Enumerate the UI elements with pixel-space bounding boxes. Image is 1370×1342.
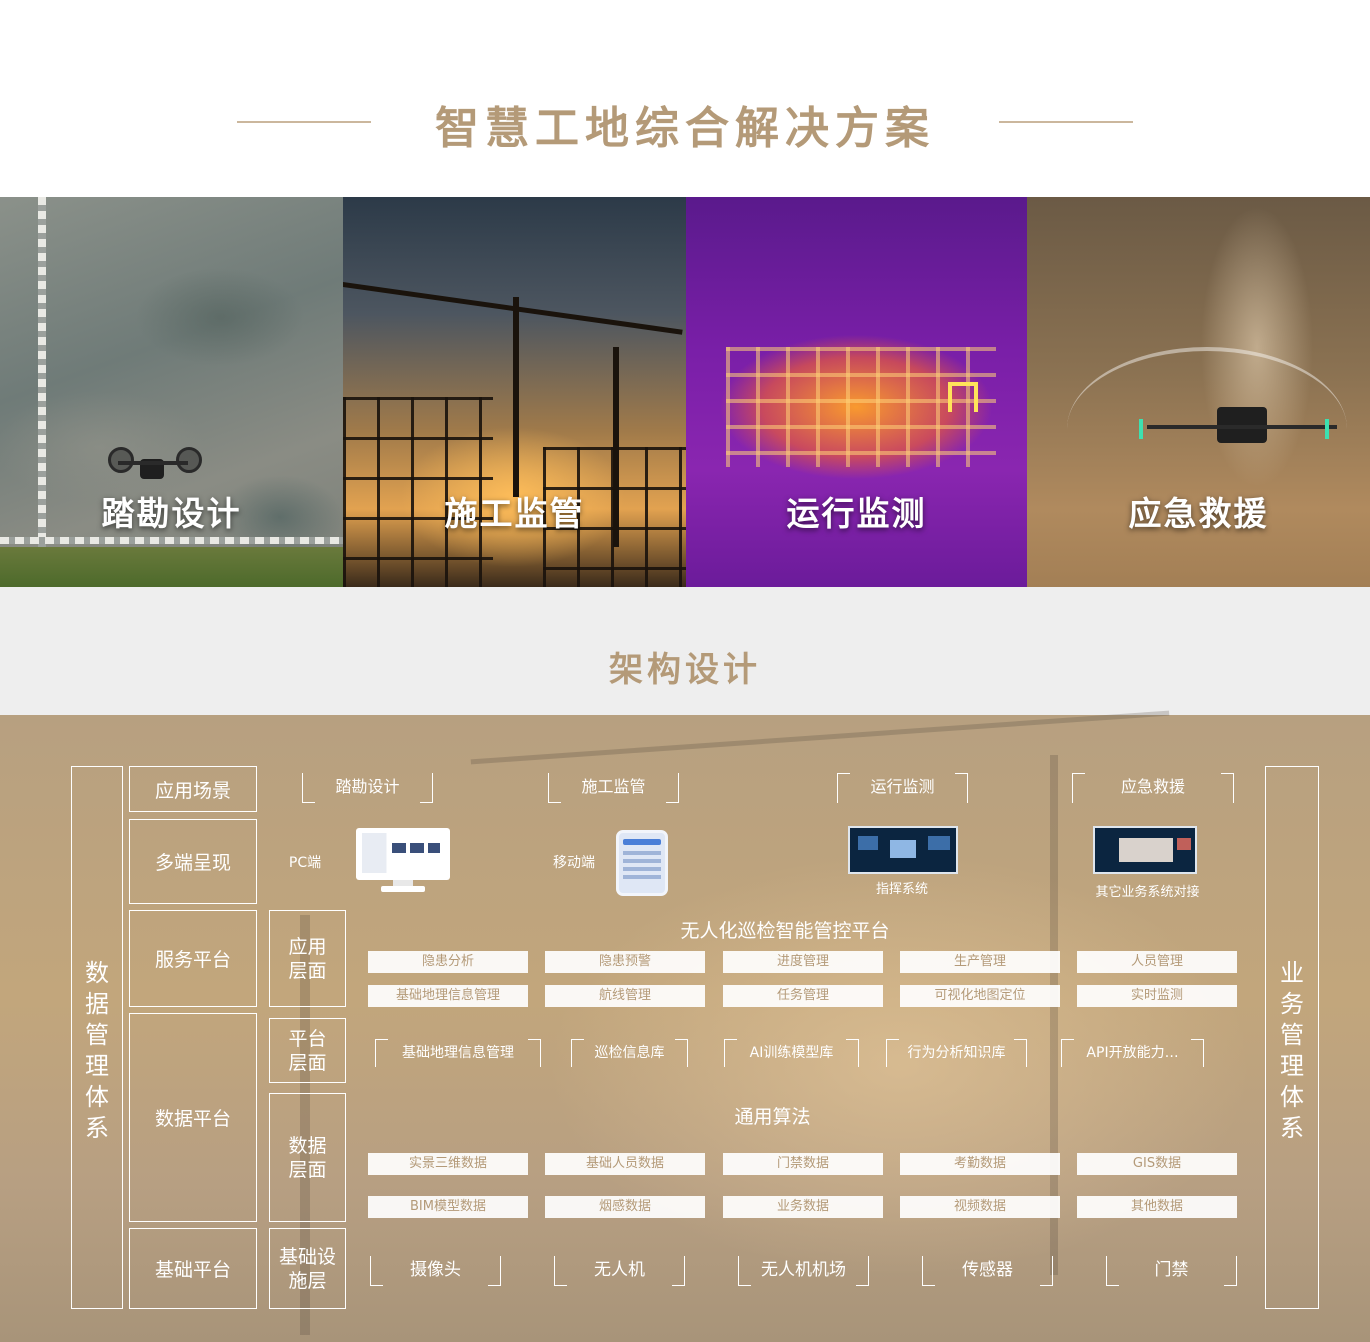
mobile-label: 移动端: [553, 855, 595, 871]
infra-item-access-control[interactable]: 门禁: [1106, 1256, 1237, 1286]
infra-item-drone[interactable]: 无人机: [554, 1256, 685, 1286]
business-management-system: 业务管理体系: [1265, 766, 1319, 1309]
data-chip[interactable]: 基础人员数据: [545, 1153, 705, 1175]
grass-strip: [0, 547, 343, 587]
scene-survey-image[interactable]: 踏勘设计: [0, 197, 343, 587]
platform-item[interactable]: 行为分析知识库: [886, 1039, 1027, 1067]
layer-app: 应用层面: [269, 910, 346, 1007]
pc-label: PC端: [288, 855, 322, 871]
thermal-marker: [948, 382, 978, 412]
app-chip[interactable]: 隐患分析: [368, 951, 528, 973]
row-service-platform: 服务平台: [129, 910, 257, 1007]
app-chip[interactable]: 生产管理: [900, 951, 1060, 973]
other-system-screen-icon: [1093, 826, 1197, 874]
platform-item[interactable]: 基础地理信息管理: [375, 1039, 541, 1067]
platform-title: 无人化巡检智能管控平台: [680, 920, 890, 942]
crane-tower: [513, 297, 519, 497]
app-chip[interactable]: 隐患预警: [545, 951, 705, 973]
scene-label-rescue: 应急救援: [1128, 494, 1269, 533]
data-chip[interactable]: BIM模型数据: [368, 1196, 528, 1218]
mobile-phone-icon: [616, 830, 668, 896]
algorithm-label: 通用算法: [734, 1106, 811, 1128]
app-chip[interactable]: 实时监测: [1077, 985, 1237, 1007]
data-chip[interactable]: 实景三维数据: [368, 1153, 528, 1175]
command-system-label: 指挥系统: [875, 882, 928, 897]
scenario-rescue[interactable]: 应急救援: [1072, 773, 1234, 803]
other-system-label: 其它业务系统对接: [1095, 885, 1200, 900]
row-multi-end: 多端呈现: [129, 819, 257, 904]
stone-wall-horizontal: [0, 537, 343, 544]
data-chip[interactable]: GIS数据: [1077, 1153, 1237, 1175]
data-chip[interactable]: 考勤数据: [900, 1153, 1060, 1175]
data-chip[interactable]: 门禁数据: [723, 1153, 883, 1175]
pc-monitor-icon: [356, 828, 450, 880]
business-management-system-label: 业务管理体系: [1280, 959, 1304, 1142]
app-chip[interactable]: 人员管理: [1077, 951, 1237, 973]
data-chip[interactable]: 其他数据: [1077, 1196, 1237, 1218]
layer-infra-label: 基础设施层: [278, 1245, 336, 1292]
layer-platform: 平台层面: [269, 1018, 346, 1083]
scenario-monitoring[interactable]: 运行监测: [837, 773, 968, 803]
layer-platform-label: 平台层面: [288, 1027, 327, 1074]
scenario-construction[interactable]: 施工监管: [548, 773, 679, 803]
scene-rescue-image[interactable]: 应急救援: [1027, 197, 1370, 587]
data-management-system: 数据管理体系: [71, 766, 123, 1309]
platform-item[interactable]: API开放能力…: [1061, 1039, 1204, 1067]
infra-item-drone-dock[interactable]: 无人机机场: [738, 1256, 869, 1286]
scenario-survey[interactable]: 踏勘设计: [302, 773, 433, 803]
data-management-system-label: 数据管理体系: [85, 959, 109, 1142]
row-infra-platform: 基础平台: [129, 1228, 257, 1309]
layer-data-label: 数据层面: [288, 1134, 327, 1181]
app-chip[interactable]: 基础地理信息管理: [368, 985, 528, 1007]
layer-data: 数据层面: [269, 1093, 346, 1222]
app-chip[interactable]: 可视化地图定位: [900, 985, 1060, 1007]
infra-item-sensor[interactable]: 传感器: [922, 1256, 1053, 1286]
data-chip[interactable]: 烟感数据: [545, 1196, 705, 1218]
scene-label-construction: 施工监管: [444, 494, 585, 533]
infra-item-camera[interactable]: 摄像头: [370, 1256, 501, 1286]
monitor-base: [381, 886, 425, 892]
page-title: 智慧工地综合解决方案: [435, 103, 935, 154]
layer-app-label: 应用层面: [288, 935, 327, 982]
scene-label-thermal: 运行监测: [786, 494, 927, 533]
app-chip[interactable]: 航线管理: [545, 985, 705, 1007]
background-crane-jib: [470, 710, 1170, 765]
command-system-screen-icon: [848, 826, 958, 874]
pc-screen: [362, 833, 444, 873]
scene-construction-image[interactable]: 施工监管: [343, 197, 686, 587]
architecture-title: 架构设计: [609, 650, 761, 690]
platform-item[interactable]: AI训练模型库: [724, 1039, 859, 1067]
scene-label-survey: 踏勘设计: [101, 494, 242, 533]
data-chip[interactable]: 业务数据: [723, 1196, 883, 1218]
app-chip[interactable]: 进度管理: [723, 951, 883, 973]
row-data-platform: 数据平台: [129, 1013, 257, 1222]
data-chip[interactable]: 视频数据: [900, 1196, 1060, 1218]
scene-thermal-image[interactable]: 运行监测: [686, 197, 1027, 587]
app-chip[interactable]: 任务管理: [723, 985, 883, 1007]
platform-item[interactable]: 巡检信息库: [571, 1039, 688, 1067]
row-scenario: 应用场景: [129, 766, 257, 812]
layer-infra: 基础设施层: [269, 1228, 346, 1309]
